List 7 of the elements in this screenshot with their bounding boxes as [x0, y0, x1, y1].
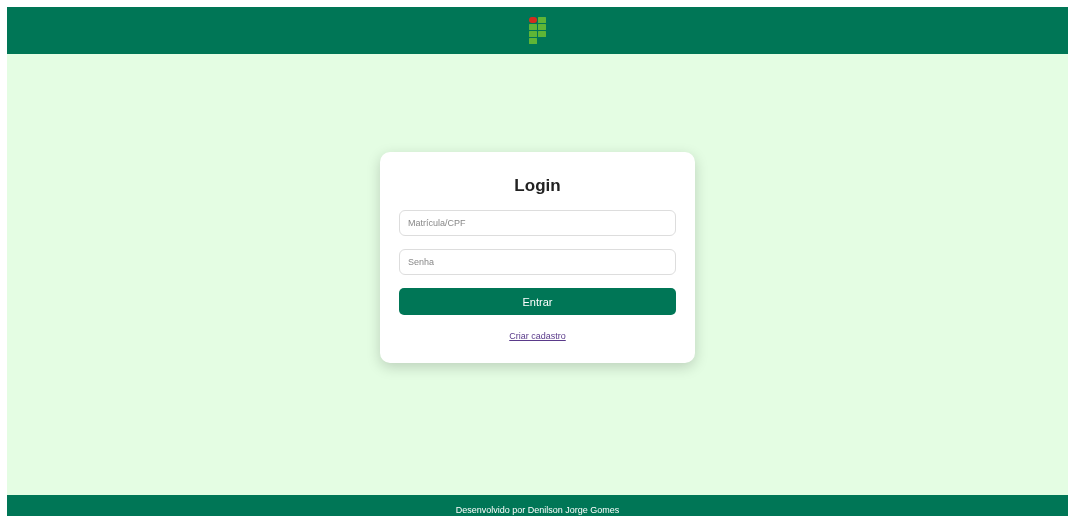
register-link[interactable]: Criar cadastro — [509, 331, 566, 341]
input-field[interactable]: Matrícula/CPF — [399, 210, 676, 236]
login-button[interactable]: Entrar — [399, 288, 676, 315]
logo-icon — [528, 17, 547, 44]
input-field[interactable]: Senha — [399, 249, 676, 275]
footer-text: Desenvolvido por Denilson Jorge Gomes — [455, 505, 620, 516]
login-title: Login — [513, 176, 562, 196]
